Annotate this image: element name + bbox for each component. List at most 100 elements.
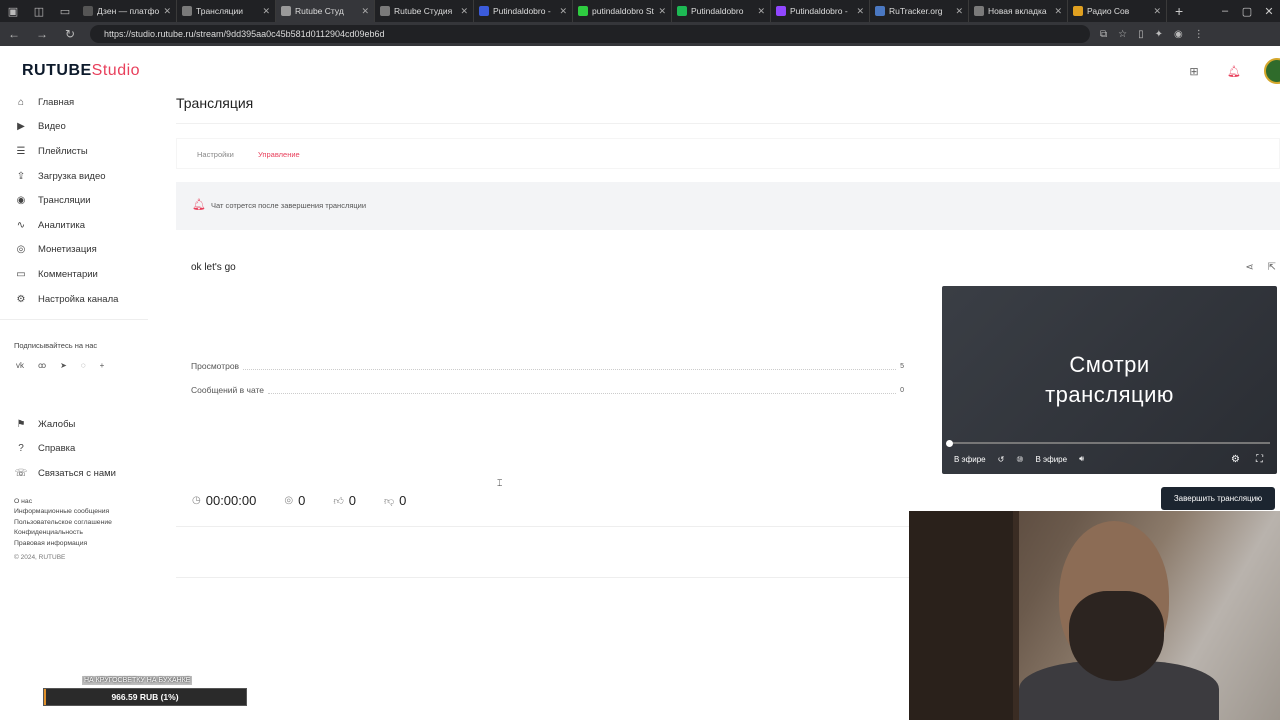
donation-progress-fill [44, 689, 47, 705]
tab-close-icon[interactable]: ✕ [856, 6, 864, 17]
ok-icon[interactable]: ꝏ [38, 361, 46, 370]
sidebar-item-label: Настройка канала [38, 293, 119, 305]
end-stream-button[interactable]: Завершить трансляцию [1161, 487, 1275, 510]
sidebar-nav: ⌂ Главная ▶ Видео ☰ Плейлисты ⇪ Загрузка видео ◉… [14, 90, 149, 311]
browser-menu-dots-icon[interactable]: ⋮ [1194, 29, 1204, 40]
browser-tab[interactable]: Rutube Студия ✕ [375, 0, 474, 22]
copyright: © 2024, RUTUBE [14, 554, 66, 561]
new-tab-button[interactable]: + [1167, 3, 1191, 19]
volume-icon[interactable]: 🔊︎ [1079, 454, 1084, 464]
tab-favicon-icon [281, 6, 291, 16]
reload-icon[interactable]: ↻ [56, 27, 84, 41]
sidebar-divider [0, 319, 148, 320]
sidebar-item[interactable]: ⇪ Загрузка видео [14, 164, 149, 189]
complaints-icon: ⚑ [16, 418, 26, 430]
sidebar-item[interactable]: ? Справка [14, 437, 149, 462]
sidebar-item[interactable]: ▶ Видео [14, 115, 149, 140]
player-progress-bar[interactable] [950, 442, 1270, 444]
live-label: В эфире [1035, 454, 1068, 464]
maximize-icon[interactable]: ▢ [1236, 5, 1258, 18]
sidebar-item[interactable]: ⌂ Главная [14, 90, 149, 115]
minimize-icon[interactable]: – [1214, 5, 1236, 18]
stat-dots [268, 387, 897, 394]
tab-close-icon[interactable]: ✕ [460, 6, 468, 17]
forward-icon[interactable]: → [28, 27, 56, 41]
player-progress-knob[interactable] [946, 440, 953, 447]
sidebar-item[interactable]: ◉ Трансляции [14, 188, 149, 213]
sidebar-item[interactable]: ☏ Связаться с нами [14, 461, 149, 486]
metric-viewers: ◎ 0 [284, 493, 305, 508]
tab-settings[interactable]: Настройки [197, 150, 234, 159]
footer-links: О нас Информационные сообщения Пользовател… [14, 497, 112, 549]
fullscreen-icon[interactable]: ⛶ [1256, 454, 1263, 465]
sidebar-item[interactable]: ▭ Комментарии [14, 262, 149, 287]
share-icon[interactable]: ⋖ [1245, 262, 1253, 273]
sidebar-item[interactable]: ☰ Плейлисты [14, 139, 149, 164]
tab-close-icon[interactable]: ✕ [262, 6, 270, 17]
tab-management[interactable]: Управление [258, 150, 300, 159]
logo-studio-text: Studio [91, 62, 141, 79]
browser-tab[interactable]: Putindaldobro - ✕ [771, 0, 870, 22]
dislikes-value: 0 [399, 493, 407, 508]
telegram-icon[interactable]: ➤ [60, 361, 67, 370]
browser-tab[interactable]: Дзен — платфо ✕ [78, 0, 177, 22]
browser-tab-search-icon[interactable]: ◫ [26, 0, 52, 22]
sidepanel-icon[interactable]: ▯ [1138, 29, 1144, 40]
sidebar-item[interactable]: ⚑ Жалобы [14, 412, 149, 437]
viber-icon[interactable]: ◌ [81, 361, 86, 370]
tab-close-icon[interactable]: ✕ [955, 6, 963, 17]
back-icon[interactable]: ← [0, 27, 28, 41]
tab-close-icon[interactable]: ✕ [163, 6, 171, 17]
stream-preview-player[interactable]: Смотри трансляцию В эфире ↺ ⑩ В эфире 🔊︎… [942, 286, 1277, 474]
tab-close-icon[interactable]: ✕ [559, 6, 567, 17]
browser-tab[interactable]: Новая вкладка ✕ [969, 0, 1068, 22]
upload-button-icon[interactable]: ⊞ [1184, 61, 1204, 81]
browser-tab[interactable]: putindaldobro St ✕ [573, 0, 672, 22]
player-settings-icon[interactable]: ⚙ [1231, 454, 1240, 465]
more-social-icon[interactable]: + [100, 361, 105, 370]
sidebar-item[interactable]: ∿ Аналитика [14, 213, 149, 238]
profile-icon[interactable]: ◉ [1174, 29, 1183, 40]
footer-link[interactable]: О нас [14, 497, 112, 507]
tab-groups-icon[interactable]: ▭ [52, 0, 78, 22]
tab-close-icon[interactable]: ✕ [1153, 6, 1161, 17]
sidebar-item-label: Монетизация [38, 244, 97, 256]
browser-tab[interactable]: Rutube Студ ✕ [276, 0, 375, 22]
browser-tab[interactable]: Трансляции ✕ [177, 0, 276, 22]
browser-tab[interactable]: RuTracker.org ✕ [870, 0, 969, 22]
browser-tab[interactable]: Радио Сов ✕ [1068, 0, 1167, 22]
tab-close-icon[interactable]: ✕ [1054, 6, 1062, 17]
address-bar[interactable]: https://studio.rutube.ru/stream/9dd395aa… [90, 25, 1090, 43]
rewind-icon[interactable]: ↺ [998, 455, 1005, 464]
sidebar-item-label: Плейлисты [38, 145, 88, 157]
stream-metrics: ◷ 00:00:00 ◎ 0 👍︎ 0 👎︎ 0 [192, 493, 406, 508]
user-avatar[interactable] [1264, 58, 1280, 84]
footer-link[interactable]: Информационные сообщения [14, 507, 112, 517]
install-icon[interactable]: ⧉ [1100, 29, 1107, 40]
browser-tab[interactable]: Putindaldobro ✕ [672, 0, 771, 22]
browser-menu-icon[interactable]: ▣ [0, 0, 26, 22]
extensions-icon[interactable]: ✦ [1155, 29, 1163, 40]
tab-close-icon[interactable]: ✕ [757, 6, 765, 17]
open-external-icon[interactable]: ⇱ [1268, 262, 1276, 273]
vk-icon[interactable]: vk [16, 361, 24, 370]
tab-close-icon[interactable]: ✕ [658, 6, 666, 17]
stat-views: Просмотров 5 [191, 360, 904, 372]
notifications-bell-icon[interactable]: 🔔︎ [1224, 61, 1244, 81]
sidebar-item[interactable]: ◎ Монетизация [14, 238, 149, 263]
alert-bell-icon: 🔔︎ [192, 199, 206, 211]
bookmark-star-icon[interactable]: ☆ [1118, 29, 1127, 40]
rutube-studio-logo[interactable]: RUTUBEStudio [22, 62, 140, 80]
tab-favicon-icon [875, 6, 885, 16]
mouse-cursor: ⌶ [497, 478, 503, 488]
channel-settings-icon: ⚙ [16, 293, 26, 305]
footer-link[interactable]: Правовая информация [14, 539, 112, 549]
browser-tab[interactable]: Putindaldobro - ✕ [474, 0, 573, 22]
rewind-10-icon[interactable]: ⑩ [1016, 455, 1023, 464]
sidebar-item[interactable]: ⚙ Настройка канала [14, 287, 149, 312]
footer-link[interactable]: Конфиденциальность [14, 528, 112, 538]
footer-link[interactable]: Пользовательское соглашение [14, 518, 112, 528]
tab-close-icon[interactable]: ✕ [361, 6, 369, 17]
close-window-icon[interactable]: ✕ [1258, 5, 1280, 18]
sidebar-item-label: Трансляции [38, 195, 91, 207]
